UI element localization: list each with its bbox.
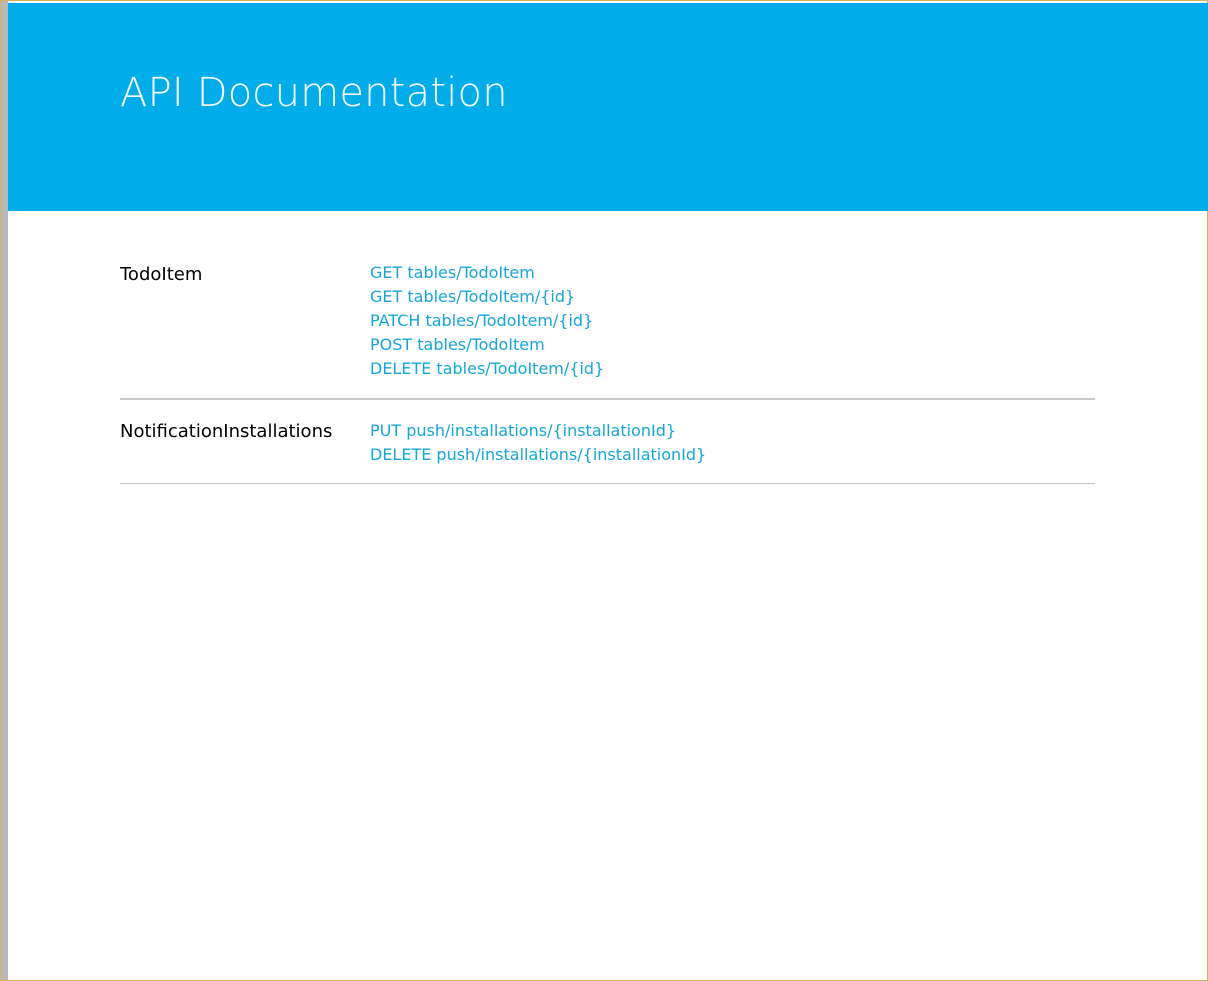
api-group-name: TodoItem [120, 264, 203, 285]
endpoint-link[interactable]: GET tables/TodoItem/{id} [370, 285, 1095, 309]
page-header: API Documentation [8, 3, 1208, 211]
endpoint-list: GET tables/TodoItem GET tables/TodoItem/… [370, 251, 1095, 398]
top-edge-highlight [566, 1, 766, 2]
browser-window: API Documentation TodoItem GET tables/To… [0, 0, 1208, 981]
endpoint-link[interactable]: DELETE tables/TodoItem/{id} [370, 357, 1095, 381]
api-list: TodoItem GET tables/TodoItem GET tables/… [120, 251, 1095, 484]
api-group-notificationinstallations: NotificationInstallations PUT push/insta… [120, 400, 1095, 484]
endpoint-link[interactable]: GET tables/TodoItem [370, 261, 1095, 285]
endpoint-link[interactable]: POST tables/TodoItem [370, 333, 1095, 357]
api-group-todoitem: TodoItem GET tables/TodoItem GET tables/… [120, 251, 1095, 400]
endpoint-list: PUT push/installations/{installationId} … [370, 400, 1095, 483]
endpoint-link[interactable]: DELETE push/installations/{installationI… [370, 443, 1095, 467]
api-group-name: NotificationInstallations [120, 421, 333, 442]
endpoint-link[interactable]: PUT push/installations/{installationId} [370, 419, 1095, 443]
left-scroll-gutter [1, 1, 8, 980]
endpoint-link[interactable]: PATCH tables/TodoItem/{id} [370, 309, 1095, 333]
page-title: API Documentation [120, 70, 508, 116]
